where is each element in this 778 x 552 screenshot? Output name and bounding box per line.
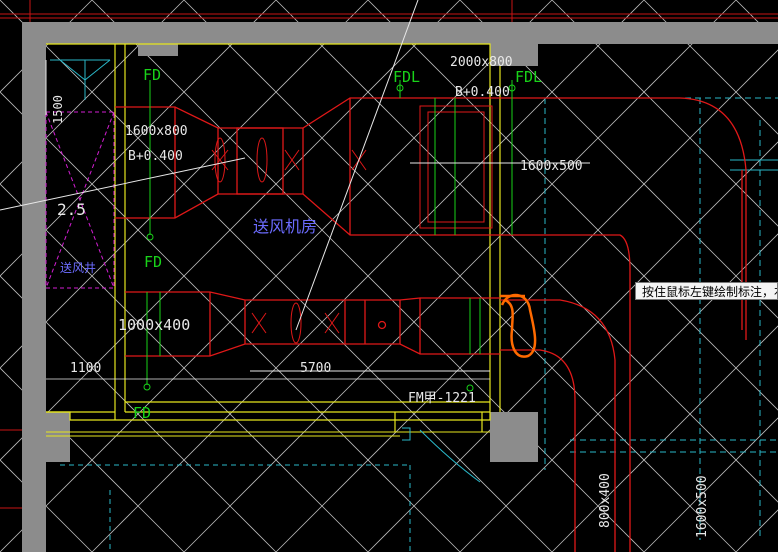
fdl-label-right: FDL — [515, 68, 542, 86]
fdl-label-left: FDL — [393, 68, 420, 86]
fd-label-mid: FD — [144, 253, 162, 271]
canvas-background — [0, 0, 778, 552]
fd-label-top: FD — [143, 66, 161, 84]
duct-size-1600x500: 1600x500 — [520, 159, 583, 174]
elevation-left: B+0.400 — [128, 149, 183, 164]
duct-size-1000x400: 1000x400 — [118, 316, 190, 334]
elevation-top: B+0.400 — [455, 85, 510, 100]
duct-size-2000x800: 2000x800 — [450, 55, 513, 70]
dimension-1100: 1100 — [70, 361, 101, 376]
cad-drawing-canvas[interactable]: FD FDL FDL FD FD 2000x800 B+0.400 1600x8… — [0, 0, 778, 552]
duct-size-1600x800: 1600x800 — [125, 124, 188, 139]
duct-size-800x400: 800x400 — [598, 473, 613, 528]
shaft-label: 送风井 — [60, 260, 96, 275]
door-label: FM甲-1221 — [408, 391, 476, 406]
dimension-5700: 5700 — [300, 361, 331, 376]
annotation-tooltip: 按住鼠标左键绘制标注，右 — [635, 282, 778, 300]
shaft-number: 2.5 — [57, 200, 86, 219]
fd-label-bottom: FD — [133, 404, 151, 422]
duct-size-1600x500-vertical: 1600x500 — [695, 475, 710, 538]
dimension-1500: 1500 — [51, 95, 65, 124]
room-label-supply-fan: 送风机房 — [253, 217, 317, 236]
